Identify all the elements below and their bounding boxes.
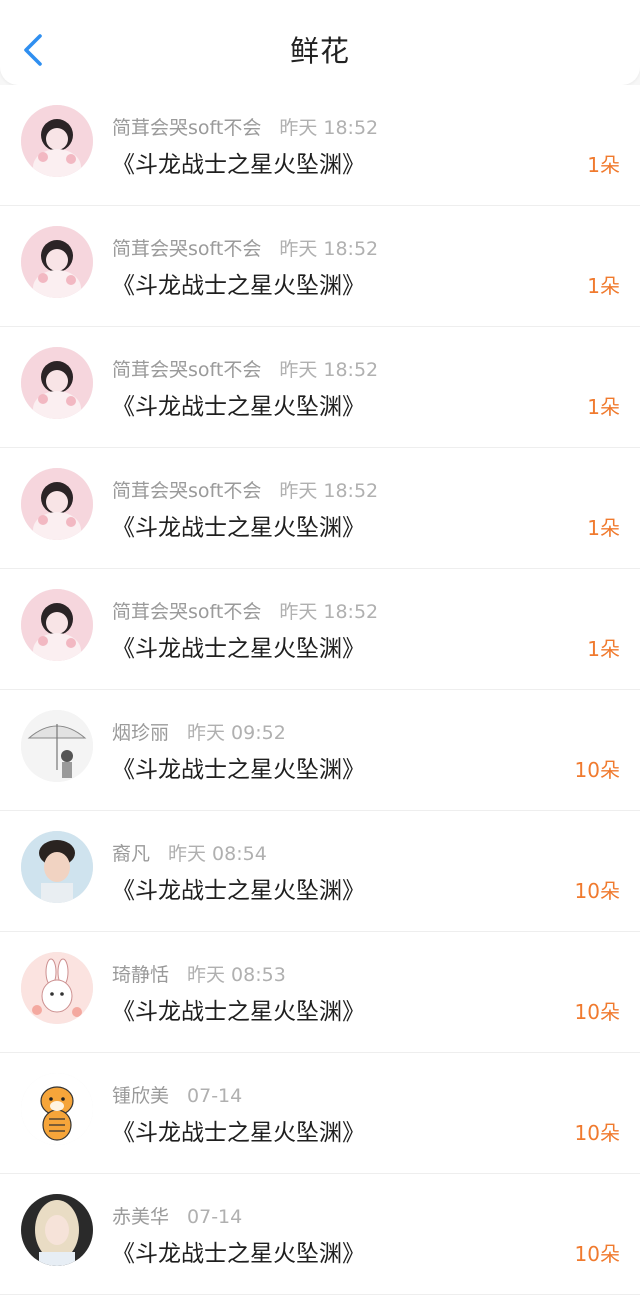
- timestamp: 昨天 08:54: [168, 843, 267, 865]
- flower-count: 10朵: [574, 879, 620, 903]
- list-item-1[interactable]: 简茸会哭soft不会 昨天 18:52 《斗龙战士之星火坠渊》 1朵: [0, 85, 640, 206]
- flower-count: 1朵: [587, 516, 620, 540]
- user-name[interactable]: 锺欣美: [112, 1085, 169, 1107]
- avatar-image: [21, 105, 93, 177]
- avatar[interactable]: [21, 710, 93, 782]
- flower-count: 10朵: [574, 758, 620, 782]
- book-title[interactable]: 《斗龙战士之星火坠渊》: [112, 992, 365, 1026]
- book-title[interactable]: 《斗龙战士之星火坠渊》: [112, 629, 365, 663]
- user-name[interactable]: 琦静恬: [112, 964, 169, 986]
- user-name[interactable]: 简茸会哭soft不会: [112, 238, 261, 260]
- avatar[interactable]: [21, 347, 93, 419]
- avatar-image: [21, 589, 93, 661]
- flower-count: 10朵: [574, 1242, 620, 1266]
- avatar[interactable]: [21, 226, 93, 298]
- list-item-10[interactable]: 赤美华 07-14 《斗龙战士之星火坠渊》 10朵: [0, 1174, 640, 1295]
- avatar-image: [21, 347, 93, 419]
- avatar[interactable]: [21, 1073, 93, 1145]
- avatar[interactable]: [21, 589, 93, 661]
- timestamp: 07-14: [187, 1085, 243, 1107]
- list-item-4[interactable]: 简茸会哭soft不会 昨天 18:52 《斗龙战士之星火坠渊》 1朵: [0, 448, 640, 569]
- list-item-5[interactable]: 简茸会哭soft不会 昨天 18:52 《斗龙战士之星火坠渊》 1朵: [0, 569, 640, 690]
- timestamp: 昨天 18:52: [279, 480, 379, 502]
- flower-count: 1朵: [587, 274, 620, 298]
- list-item-6[interactable]: 烟珍丽 昨天 09:52 《斗龙战士之星火坠渊》 10朵: [0, 690, 640, 811]
- list-item-8[interactable]: 琦静恬 昨天 08:53 《斗龙战士之星火坠渊》 10朵: [0, 932, 640, 1053]
- user-name[interactable]: 烟珍丽: [112, 722, 169, 744]
- user-name[interactable]: 简茸会哭soft不会: [112, 117, 261, 139]
- avatar[interactable]: [21, 831, 93, 903]
- user-name[interactable]: 裔凡: [112, 843, 150, 865]
- book-title[interactable]: 《斗龙战士之星火坠渊》: [112, 1234, 365, 1268]
- list-item-7[interactable]: 裔凡 昨天 08:54 《斗龙战士之星火坠渊》 10朵: [0, 811, 640, 932]
- avatar-image: [21, 952, 93, 1024]
- avatar-image: [21, 1073, 93, 1145]
- timestamp: 07-14: [187, 1206, 243, 1228]
- timestamp: 昨天 18:52: [279, 359, 379, 381]
- avatar[interactable]: [21, 1194, 93, 1266]
- user-name[interactable]: 简茸会哭soft不会: [112, 359, 261, 381]
- timestamp: 昨天 18:52: [279, 238, 379, 260]
- timestamp: 昨天 08:53: [187, 964, 286, 986]
- book-title[interactable]: 《斗龙战士之星火坠渊》: [112, 871, 365, 905]
- book-title[interactable]: 《斗龙战士之星火坠渊》: [112, 266, 365, 300]
- avatar-image: [21, 1194, 93, 1266]
- avatar-image: [21, 226, 93, 298]
- user-name[interactable]: 赤美华: [112, 1206, 169, 1228]
- timestamp: 昨天 18:52: [279, 117, 379, 139]
- user-name[interactable]: 简茸会哭soft不会: [112, 601, 261, 623]
- list-item-3[interactable]: 简茸会哭soft不会 昨天 18:52 《斗龙战士之星火坠渊》 1朵: [0, 327, 640, 448]
- avatar-image: [21, 710, 93, 782]
- avatar[interactable]: [21, 105, 93, 177]
- book-title[interactable]: 《斗龙战士之星火坠渊》: [112, 387, 365, 421]
- timestamp: 昨天 18:52: [279, 601, 379, 623]
- flower-count: 1朵: [587, 395, 620, 419]
- top-nav-bar: 鲜花: [0, 0, 640, 85]
- book-title[interactable]: 《斗龙战士之星火坠渊》: [112, 145, 365, 179]
- avatar-image: [21, 831, 93, 903]
- avatar[interactable]: [21, 952, 93, 1024]
- user-name[interactable]: 简茸会哭soft不会: [112, 480, 261, 502]
- book-title[interactable]: 《斗龙战士之星火坠渊》: [112, 508, 365, 542]
- flower-record-list: 简茸会哭soft不会 昨天 18:52 《斗龙战士之星火坠渊》 1朵 简茸会哭so…: [0, 85, 640, 1295]
- list-item-9[interactable]: 锺欣美 07-14 《斗龙战士之星火坠渊》 10朵: [0, 1053, 640, 1174]
- flower-count: 10朵: [574, 1000, 620, 1024]
- flower-count: 10朵: [574, 1121, 620, 1145]
- timestamp: 昨天 09:52: [187, 722, 286, 744]
- book-title[interactable]: 《斗龙战士之星火坠渊》: [112, 1113, 365, 1147]
- avatar[interactable]: [21, 468, 93, 540]
- avatar-image: [21, 468, 93, 540]
- flower-count: 1朵: [587, 637, 620, 661]
- page-title: 鲜花: [289, 34, 350, 68]
- flower-count: 1朵: [587, 153, 620, 177]
- list-item-2[interactable]: 简茸会哭soft不会 昨天 18:52 《斗龙战士之星火坠渊》 1朵: [0, 206, 640, 327]
- book-title[interactable]: 《斗龙战士之星火坠渊》: [112, 750, 365, 784]
